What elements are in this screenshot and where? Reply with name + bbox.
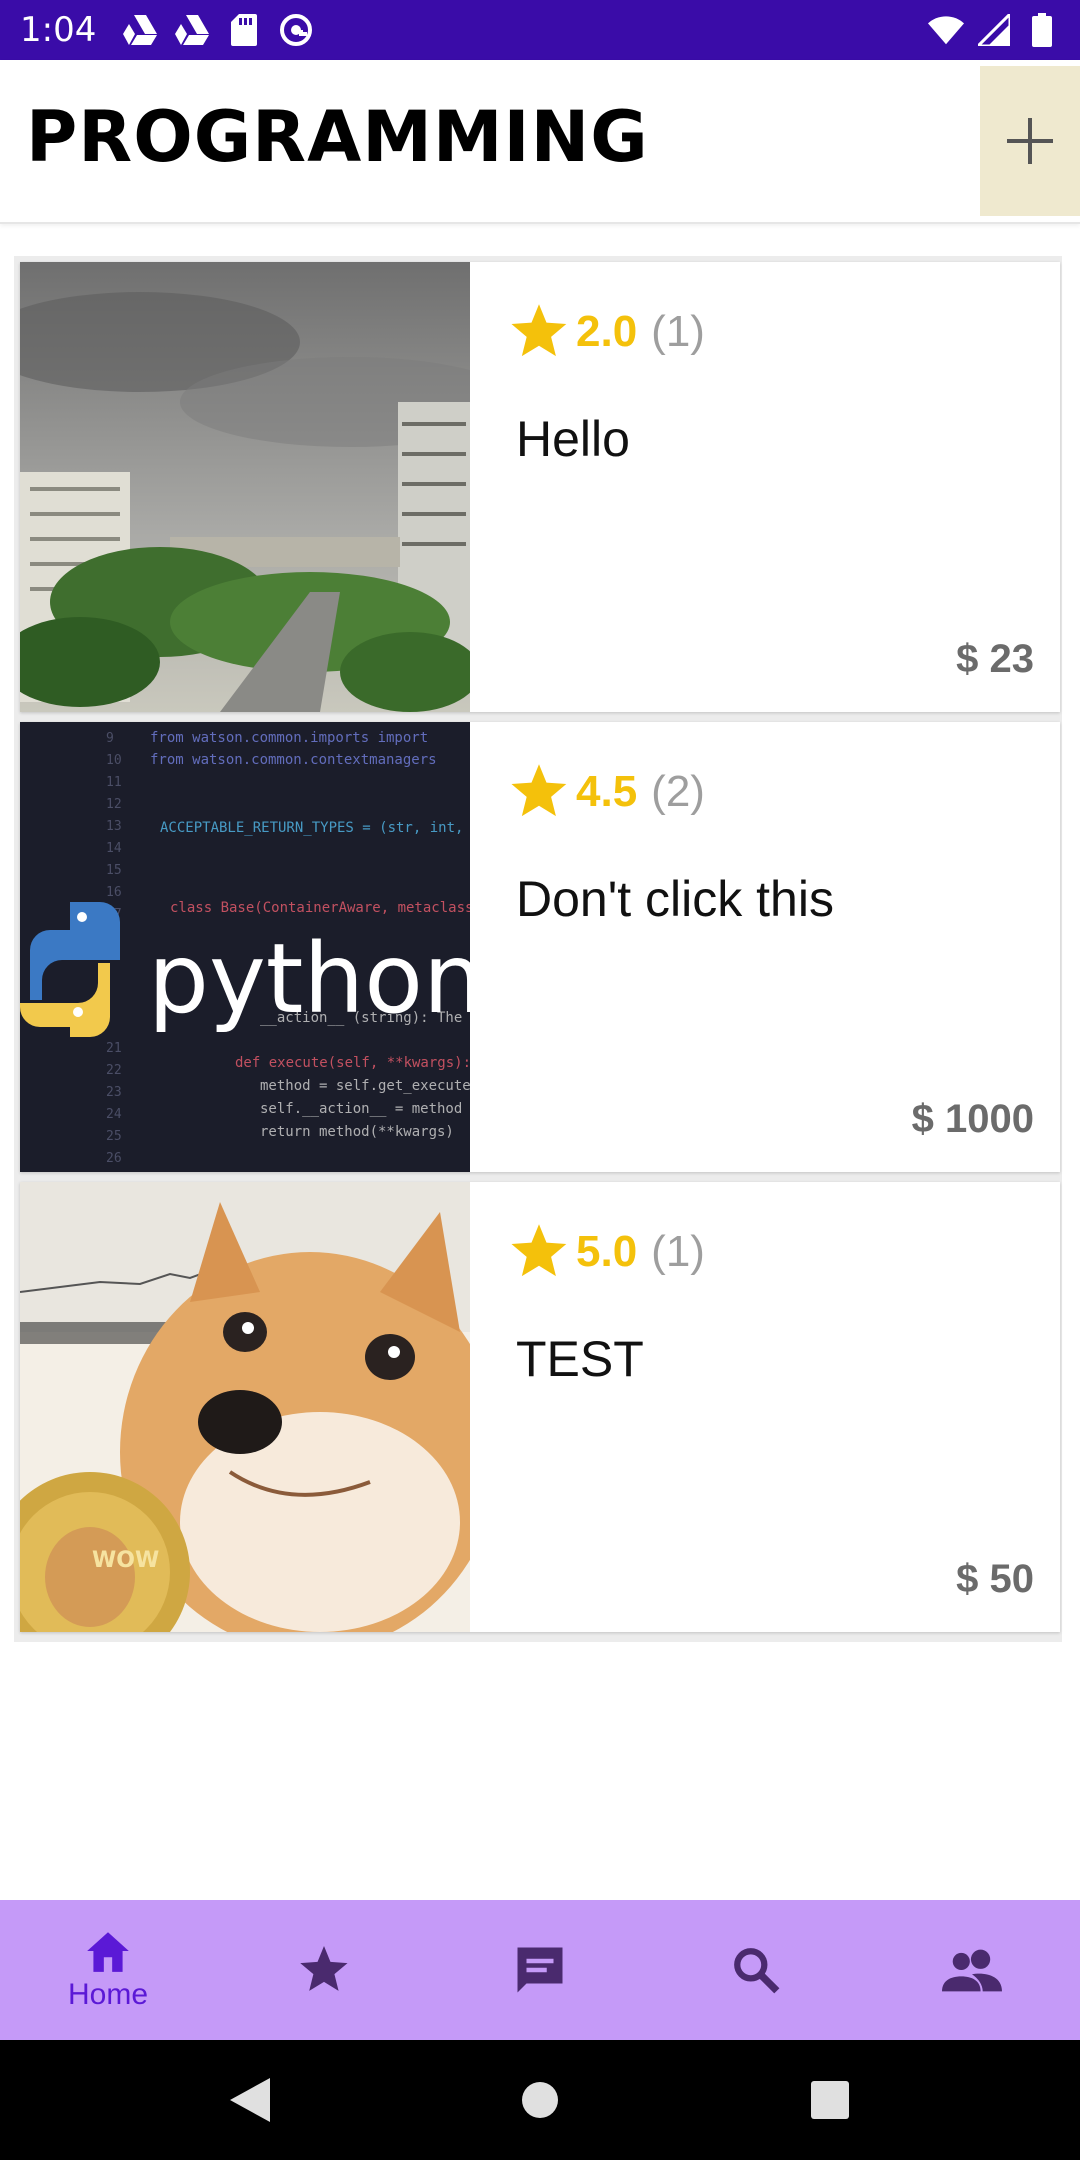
system-status-icons bbox=[928, 12, 1060, 48]
back-triangle-icon bbox=[230, 2078, 270, 2122]
drive-icon bbox=[122, 12, 158, 48]
recents-square-icon bbox=[811, 2081, 849, 2119]
nav-item-messages[interactable] bbox=[432, 1900, 648, 2040]
card-title: Hello bbox=[516, 411, 630, 467]
notification-icons bbox=[122, 12, 314, 48]
at-sign-icon bbox=[278, 12, 314, 48]
svg-text:from watson.common.contextmana: from watson.common.contextmanagers bbox=[150, 752, 437, 768]
recents-button[interactable] bbox=[800, 2070, 860, 2130]
wifi-icon bbox=[928, 12, 964, 48]
svg-text:10: 10 bbox=[106, 753, 122, 768]
svg-text:self.__action__ = method: self.__action__ = method bbox=[260, 1101, 462, 1117]
card-price: $ 50 bbox=[956, 1557, 1034, 1601]
svg-text:from watson.common.imports imp: from watson.common.imports import bbox=[150, 730, 428, 746]
card-body: 5.0 (1) TEST $ 50 bbox=[470, 1182, 1060, 1632]
rating-value: 2.0 bbox=[576, 307, 638, 356]
system-navigation-bar bbox=[0, 2040, 1080, 2160]
rating-count: (2) bbox=[651, 767, 705, 816]
coin-wow-text: WOW bbox=[92, 1548, 159, 1573]
rating-count: (1) bbox=[651, 1227, 705, 1276]
card-image-cloudy-city bbox=[20, 262, 470, 712]
svg-text:26: 26 bbox=[106, 1151, 122, 1166]
rating: 4.5 (2) bbox=[510, 764, 705, 820]
rating: 5.0 (1) bbox=[510, 1224, 705, 1280]
plus-icon bbox=[1007, 118, 1053, 164]
star-icon bbox=[300, 1946, 348, 1991]
status-bar: 1:04 bbox=[0, 0, 1080, 60]
svg-text:11: 11 bbox=[106, 775, 122, 790]
nav-item-people[interactable] bbox=[864, 1900, 1080, 2040]
svg-text:16: 16 bbox=[106, 885, 122, 900]
nav-item-favorites[interactable] bbox=[216, 1900, 432, 2040]
list-item[interactable]: 2.0 (1) Hello $ 23 bbox=[20, 262, 1060, 712]
list-item[interactable]: from watson.common.imports import from w… bbox=[20, 722, 1060, 1172]
svg-text:class Base(ContainerAware, met: class Base(ContainerAware, metaclass bbox=[170, 900, 470, 916]
list-item[interactable]: WOW 5.0 (1) TEST $ 50 bbox=[20, 1182, 1060, 1632]
nav-item-home[interactable]: Home bbox=[0, 1900, 216, 2040]
svg-text:ACCEPTABLE_RETURN_TYPES = (str: ACCEPTABLE_RETURN_TYPES = (str, int, bbox=[160, 820, 463, 836]
svg-text:25: 25 bbox=[106, 1129, 122, 1144]
search-icon bbox=[734, 1948, 780, 1994]
page-title: PROGRAMMING bbox=[26, 96, 649, 178]
svg-text:12: 12 bbox=[106, 797, 122, 812]
svg-text:9: 9 bbox=[106, 731, 114, 746]
svg-text:14: 14 bbox=[106, 841, 122, 856]
status-time: 1:04 bbox=[20, 10, 97, 50]
card-title: Don't click this bbox=[516, 871, 834, 927]
svg-text:method = self.get_execute: method = self.get_execute bbox=[260, 1078, 470, 1094]
app-bar: PROGRAMMING bbox=[0, 60, 1080, 224]
nav-item-search[interactable] bbox=[648, 1900, 864, 2040]
star-icon bbox=[511, 764, 567, 817]
back-button[interactable] bbox=[220, 2070, 280, 2130]
card-body: 2.0 (1) Hello $ 23 bbox=[470, 262, 1060, 712]
star-icon bbox=[511, 1224, 567, 1277]
star-icon bbox=[511, 304, 567, 357]
svg-text:21: 21 bbox=[106, 1041, 122, 1056]
svg-text:24: 24 bbox=[106, 1107, 122, 1122]
svg-text:15: 15 bbox=[106, 863, 122, 878]
people-icon bbox=[942, 1949, 1002, 1992]
svg-text:return method(**kwargs): return method(**kwargs) bbox=[260, 1124, 454, 1140]
card-body: 4.5 (2) Don't click this $ 1000 bbox=[470, 722, 1060, 1172]
card-title: TEST bbox=[516, 1331, 644, 1387]
card-price: $ 23 bbox=[956, 637, 1034, 681]
rating-count: (1) bbox=[651, 307, 705, 356]
battery-icon bbox=[1024, 12, 1060, 48]
add-button[interactable] bbox=[980, 66, 1080, 216]
svg-text:23: 23 bbox=[106, 1085, 122, 1100]
card-price: $ 1000 bbox=[911, 1097, 1034, 1141]
rating-value: 4.5 bbox=[576, 767, 638, 816]
chat-icon bbox=[517, 1947, 563, 1993]
rating: 2.0 (1) bbox=[510, 304, 705, 360]
rating-value: 5.0 bbox=[576, 1227, 638, 1276]
nav-label-home: Home bbox=[67, 1978, 149, 2011]
svg-text:13: 13 bbox=[106, 819, 122, 834]
python-wordmark: python bbox=[148, 923, 470, 1035]
svg-text:22: 22 bbox=[106, 1063, 122, 1078]
home-system-button[interactable] bbox=[510, 2070, 570, 2130]
home-circle-icon bbox=[522, 2082, 558, 2118]
sd-card-icon bbox=[226, 12, 262, 48]
svg-text:def execute(self, **kwargs):: def execute(self, **kwargs): bbox=[235, 1055, 470, 1071]
home-icon bbox=[87, 1932, 129, 1972]
card-image-doge: WOW bbox=[20, 1182, 470, 1632]
course-list[interactable]: 2.0 (1) Hello $ 23 from watson.common.im… bbox=[14, 256, 1062, 1642]
drive-icon bbox=[174, 12, 210, 48]
card-image-python: from watson.common.imports import from w… bbox=[20, 722, 470, 1172]
bottom-navigation: Home bbox=[0, 1900, 1080, 2040]
signal-icon bbox=[976, 12, 1012, 48]
